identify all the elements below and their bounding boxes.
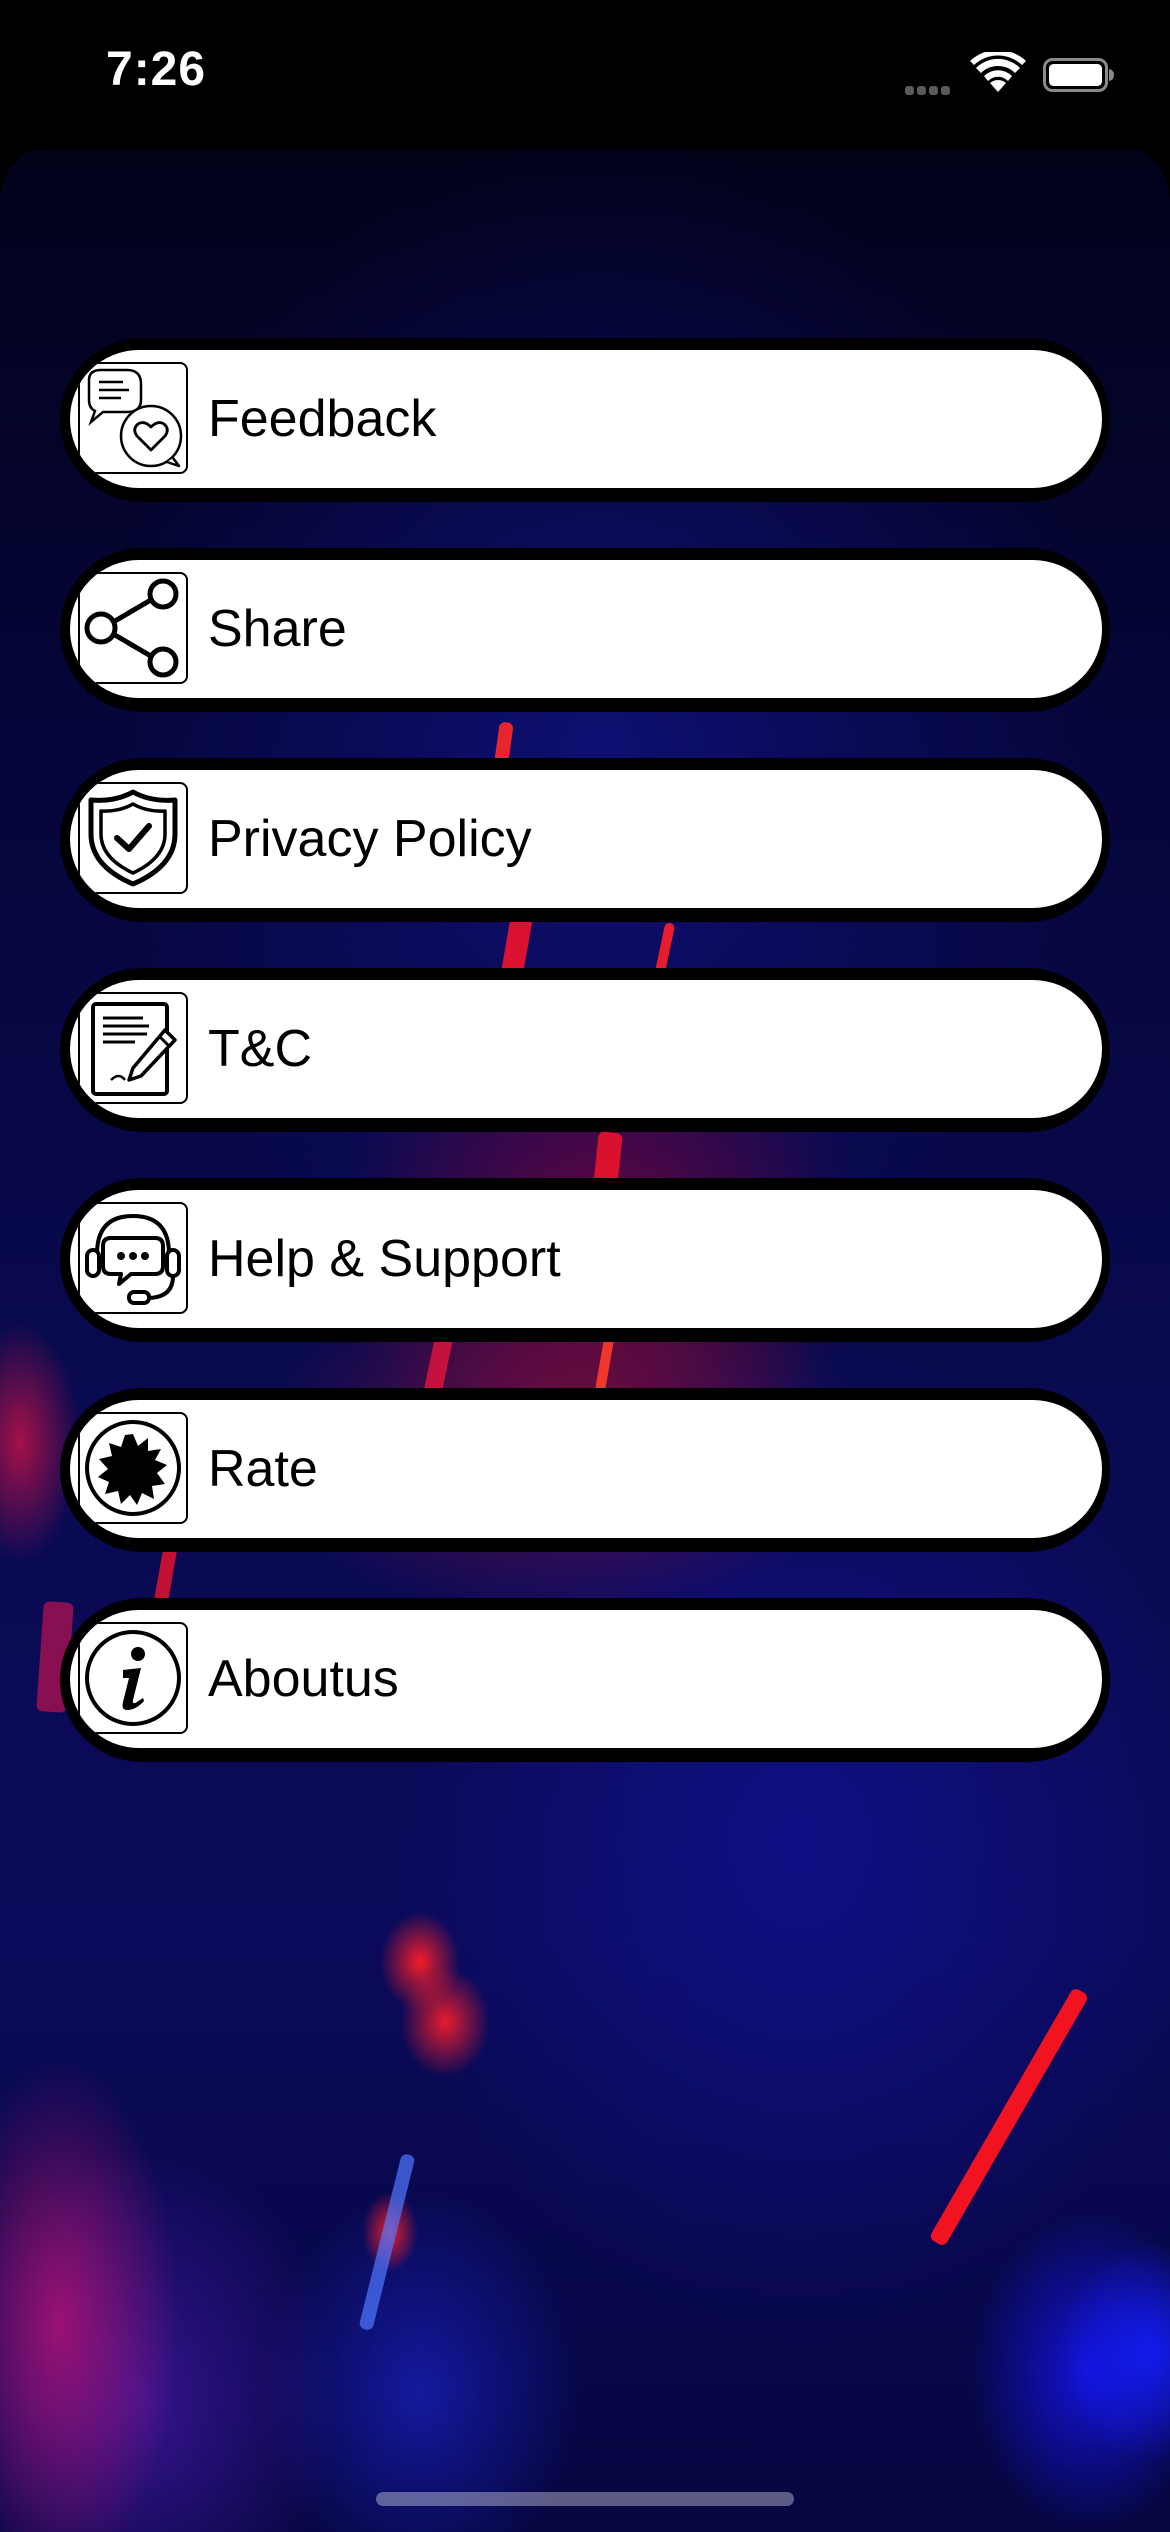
terms-button[interactable]: T&C xyxy=(60,968,1110,1132)
about-us-button[interactable]: Aboutus xyxy=(60,1598,1110,1762)
about-us-button-body[interactable]: Aboutus xyxy=(70,1610,1102,1748)
help-support-button[interactable]: Help & Support xyxy=(60,1178,1110,1342)
feedback-icon xyxy=(78,362,188,474)
privacy-policy-button-body[interactable]: Privacy Policy xyxy=(70,770,1102,908)
cellular-signal-icon xyxy=(905,82,957,95)
rate-label: Rate xyxy=(208,1440,318,1498)
share-button-body[interactable]: Share xyxy=(70,560,1102,698)
status-time: 7:26 xyxy=(106,43,207,96)
share-label: Share xyxy=(208,600,347,658)
info-icon xyxy=(78,1622,188,1734)
battery-icon xyxy=(1043,58,1114,92)
help-support-label: Help & Support xyxy=(208,1230,561,1288)
menu-list: Feedback Share Privacy Policy T&C Help &… xyxy=(60,338,1110,1808)
wifi-icon xyxy=(970,52,1026,92)
terms-button-body[interactable]: T&C xyxy=(70,980,1102,1118)
rate-button[interactable]: Rate xyxy=(60,1388,1110,1552)
light-streak xyxy=(928,1986,1090,2248)
rate-button-body[interactable]: Rate xyxy=(70,1400,1102,1538)
status-bar: 7:26 xyxy=(0,0,1170,150)
shield-check-icon xyxy=(78,782,188,894)
share-icon xyxy=(78,572,188,684)
share-button[interactable]: Share xyxy=(60,548,1110,712)
document-pen-icon xyxy=(78,992,188,1104)
home-indicator[interactable] xyxy=(376,2492,794,2506)
feedback-button-body[interactable]: Feedback xyxy=(70,350,1102,488)
about-us-label: Aboutus xyxy=(208,1650,399,1708)
privacy-policy-label: Privacy Policy xyxy=(208,810,532,868)
help-support-button-body[interactable]: Help & Support xyxy=(70,1190,1102,1328)
headset-chat-icon xyxy=(78,1202,188,1314)
light-streak xyxy=(358,2152,416,2332)
terms-label: T&C xyxy=(208,1020,312,1078)
feedback-button[interactable]: Feedback xyxy=(60,338,1110,502)
feedback-label: Feedback xyxy=(208,390,437,448)
badge-icon xyxy=(78,1412,188,1524)
privacy-policy-button[interactable]: Privacy Policy xyxy=(60,758,1110,922)
settings-screen: 7:26 Feedback Share Privacy Policy T&C H… xyxy=(0,0,1170,2532)
